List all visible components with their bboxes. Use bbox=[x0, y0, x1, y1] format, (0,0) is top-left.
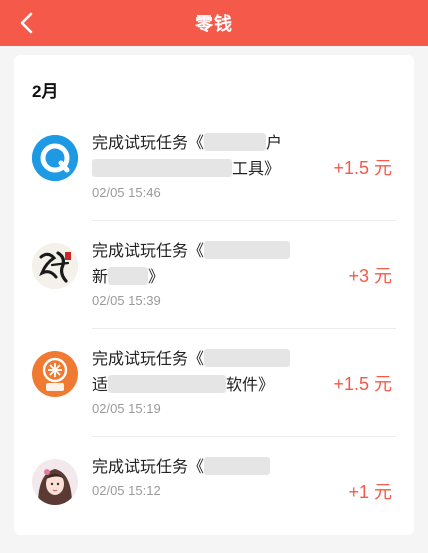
game-calligraphy-icon bbox=[32, 243, 78, 289]
item-time: 02/05 15:19 bbox=[92, 401, 161, 416]
loan-app-icon bbox=[32, 351, 78, 397]
redacted-text bbox=[204, 349, 291, 367]
list-item[interactable]: 完成试玩任务《 02/05 15:12 +1 元 bbox=[14, 437, 414, 545]
item-title-end: 工具》 bbox=[232, 161, 281, 178]
item-title: 完成试玩任务《 bbox=[92, 351, 205, 368]
page-title: 零钱 bbox=[195, 14, 233, 34]
girl-avatar-icon bbox=[32, 459, 78, 505]
redacted-text bbox=[204, 241, 291, 259]
item-text: 完成试玩任务《 户 工具》 02/05 15:46 bbox=[92, 131, 312, 200]
item-title: 完成试玩任务《 bbox=[92, 459, 205, 476]
item-time: 02/05 15:46 bbox=[92, 185, 161, 200]
item-title: 完成试玩任务《 bbox=[92, 135, 205, 152]
item-amount: +1.5 元 bbox=[333, 374, 392, 394]
redacted-text bbox=[204, 133, 267, 151]
app-header: 零钱 bbox=[0, 0, 428, 46]
item-text: 完成试玩任务《 适 软件》 02/05 15:19 bbox=[92, 347, 312, 416]
q-app-icon bbox=[32, 135, 78, 181]
item-amount: +1 元 bbox=[348, 482, 392, 502]
item-title: 完成试玩任务《 bbox=[92, 243, 205, 260]
list-item[interactable]: 完成试玩任务《 新 》 02/05 15:39 +3 元 bbox=[14, 221, 414, 329]
list-item[interactable]: 完成试玩任务《 户 工具》 02/05 15:46 +1.5 元 bbox=[14, 113, 414, 221]
item-title-end: 》 bbox=[148, 269, 165, 286]
item-time: 02/05 15:12 bbox=[92, 483, 161, 498]
item-title-head: 适 bbox=[92, 377, 109, 394]
item-title-head: 新 bbox=[92, 269, 109, 286]
redacted-text bbox=[108, 267, 149, 285]
redacted-text bbox=[92, 159, 232, 177]
item-text: 完成试玩任务《 新 》 02/05 15:39 bbox=[92, 239, 312, 308]
item-text: 完成试玩任务《 02/05 15:12 bbox=[92, 455, 312, 498]
transactions-card: 2月 完成试玩任务《 户 工具》 02/05 15:46 +1.5 元 完成试玩任… bbox=[14, 55, 414, 535]
month-heading: 2月 bbox=[32, 82, 59, 101]
item-title-end: 软件》 bbox=[226, 377, 275, 394]
redacted-text bbox=[108, 375, 227, 393]
list-item[interactable]: 完成试玩任务《 适 软件》 02/05 15:19 +1.5 元 bbox=[14, 329, 414, 437]
item-time: 02/05 15:39 bbox=[92, 293, 161, 308]
item-amount: +3 元 bbox=[348, 266, 392, 286]
redacted-text bbox=[204, 457, 271, 475]
item-amount: +1.5 元 bbox=[333, 158, 392, 178]
item-title-tail: 户 bbox=[266, 135, 283, 152]
